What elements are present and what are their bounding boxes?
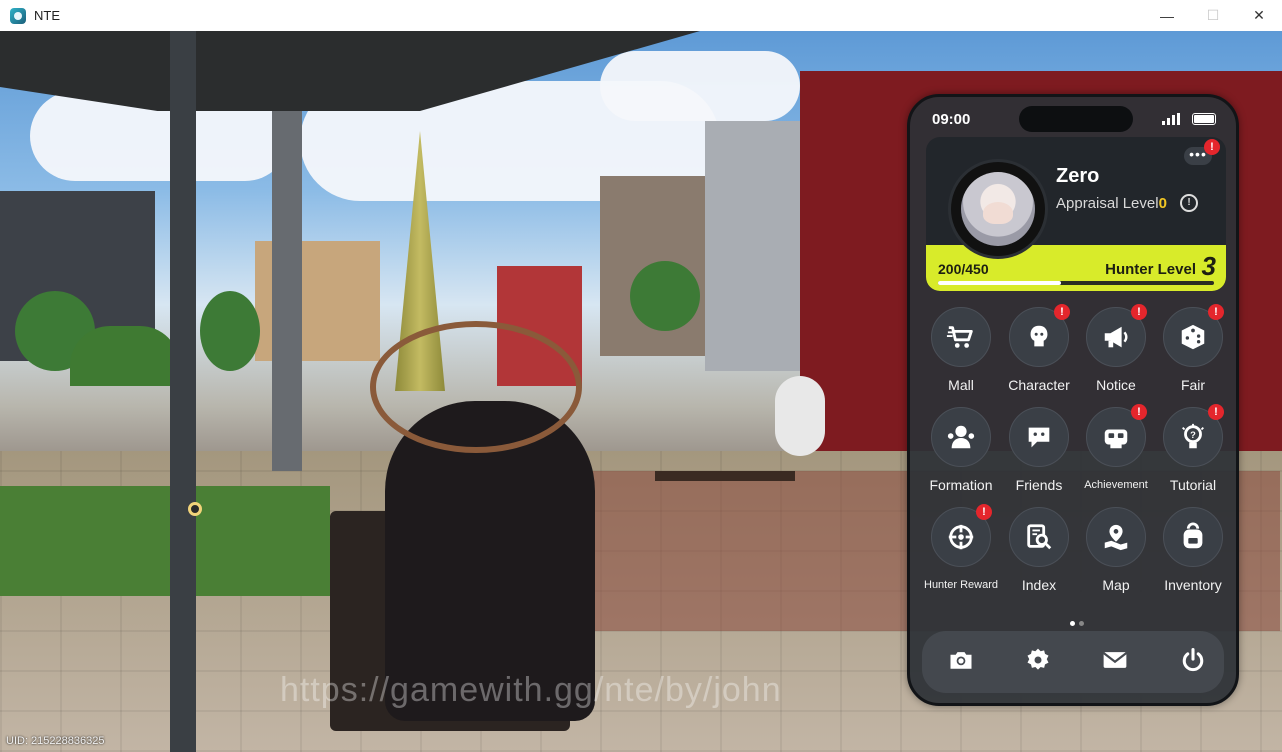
character-icon: ! [1009,304,1070,367]
xp-progress-fill [938,281,1061,285]
phone-menu: 09:00 Zero Appraisal Level0 ! ••• ! 200/… [907,94,1239,706]
app-label: Index [1021,577,1057,593]
app-mall-button[interactable]: Mall [922,307,1000,403]
app-notice-button[interactable]: ! Notice [1077,304,1155,403]
notification-badge: ! [1131,404,1147,420]
utility-pole [272,111,302,471]
svg-text:?: ? [1190,430,1196,440]
backpack-icon [1163,507,1223,567]
mail-button[interactable] [1100,647,1130,677]
close-button[interactable]: ✕ [1236,0,1282,31]
window-title: NTE [34,8,60,23]
table-chair [655,471,795,481]
hunter-level-label: Hunter Level [1105,261,1196,278]
building [705,121,800,371]
avatar-portrait [961,172,1035,246]
app-label: Friends [1015,477,1063,493]
camera-button[interactable] [946,647,976,677]
hunter-level-value: 3 [1201,251,1216,281]
megaphone-icon: ! [1086,304,1147,367]
hedge [70,326,180,386]
app-hunter-reward-button[interactable]: ! Hunter Reward [922,504,1000,603]
signal-icon [1162,113,1180,125]
maximize-button[interactable]: ☐ [1190,0,1236,31]
app-label: Map [1102,577,1130,593]
app-logo-icon [10,7,26,24]
appraisal-value: 0 [1158,195,1167,212]
page-dot[interactable] [1079,621,1084,626]
app-index-button[interactable]: Index [1000,507,1078,603]
lightbulb-icon: ?! [1163,404,1224,467]
achievement-icon: ! [1086,404,1147,467]
grass-bed [0,486,330,596]
app-character-button[interactable]: ! Character [1000,304,1078,403]
app-friends-button[interactable]: Friends [1000,407,1078,503]
uid-label: UID: 215228836325 [6,735,105,747]
index-search-icon [1009,507,1069,567]
app-label: Mall [948,377,974,393]
watermark-text: https://gamewith.gg/nte/by/john [280,671,782,709]
app-achievement-button[interactable]: ! Achievement [1077,404,1155,503]
battery-icon [1192,113,1216,125]
phone-notch [1019,106,1133,132]
app-label: Inventory [1164,577,1222,593]
tree [630,261,700,331]
settings-gear-icon [1024,646,1052,679]
minimize-button[interactable]: — [1144,0,1190,31]
app-label: Character [1008,377,1070,393]
cart-icon [931,307,991,367]
cloud [600,51,800,121]
parasol-pole [170,31,196,752]
notification-badge: ! [1208,404,1224,420]
notification-badge: ! [1208,304,1224,320]
app-map-button[interactable]: Map [1077,507,1155,603]
power-icon [1179,646,1207,679]
player-name: Zero [1056,165,1100,187]
profile-card[interactable]: Zero Appraisal Level0 ! ••• ! 200/450 Hu… [926,137,1226,291]
avatar[interactable] [948,159,1048,259]
app-formation-button[interactable]: Formation [922,407,1000,503]
page-indicator [1068,613,1086,631]
app-label: Notice [1096,377,1136,393]
crosshair-icon: ! [931,504,992,567]
formation-icon [931,407,991,467]
camera-icon [947,646,975,679]
status-time: 09:00 [932,111,971,128]
app-fair-button[interactable]: ! Fair [1154,304,1232,403]
appraisal-level: Appraisal Level0 [1056,195,1167,212]
hunter-xp-text: 200/450 [938,261,989,277]
app-tutorial-button[interactable]: ?! Tutorial [1154,404,1232,503]
info-icon[interactable]: ! [1180,194,1198,212]
mail-icon [1101,646,1129,679]
chat-bubble-icon [1009,407,1069,467]
xp-progress-track [938,281,1214,285]
window-controls: — ☐ ✕ [1144,0,1282,31]
dice-icon: ! [1163,304,1224,367]
window-titlebar: NTE — ☐ ✕ [0,0,1282,32]
app-inventory-button[interactable]: Inventory [1154,507,1232,603]
character-headpiece [370,321,582,453]
map-pin-icon [1086,507,1146,567]
panda-mascot [775,376,825,456]
page-dot[interactable] [1070,621,1075,626]
app-label: Formation [929,477,993,493]
app-label: Fair [1180,377,1206,393]
power-button[interactable] [1178,647,1208,677]
app-label: Tutorial [1169,477,1217,493]
settings-gear-button[interactable] [1023,647,1053,677]
notification-badge: ! [976,504,992,520]
notification-badge: ! [1054,304,1070,320]
dock-bar [922,631,1224,693]
hunter-level-bar: 200/450 Hunter Level 3 [926,245,1226,291]
tree [200,291,260,371]
app-label: Achievement [1084,479,1148,491]
notification-badge: ! [1131,304,1147,320]
waypoint-marker[interactable] [188,502,202,516]
appraisal-label: Appraisal Level [1056,195,1159,212]
app-label: Hunter Reward [924,579,998,591]
notification-badge: ! [1204,139,1220,155]
